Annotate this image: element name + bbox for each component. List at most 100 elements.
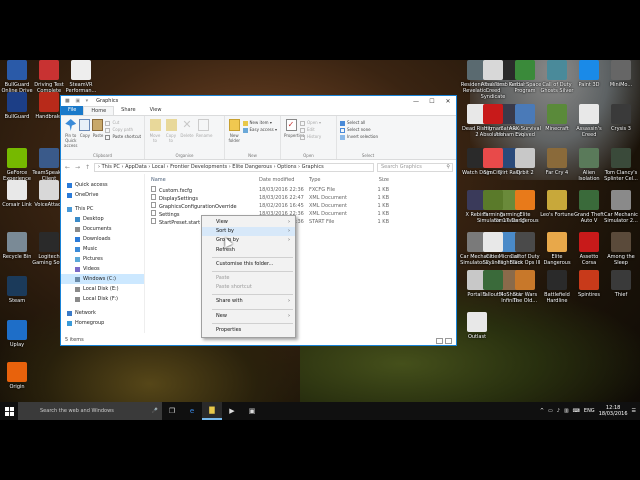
desktop-icon[interactable]: Elite Dangerous [508,190,542,224]
back-button[interactable]: ← [64,164,71,171]
nav-item-homegroup[interactable]: Homegroup [61,318,144,328]
cut-button[interactable]: Cut [105,119,141,126]
nav-item-windows-c[interactable]: Windows (C:) [61,274,144,284]
desktop-icon[interactable]: Call of Duty Ghosts Silver [540,60,574,94]
delete-button[interactable]: ✕ Delete [180,118,194,157]
nav-item-music[interactable]: Music [61,244,144,254]
desktop-icon[interactable]: MiniMo... [604,60,638,88]
nav-item-downloads[interactable]: Downloads [61,234,144,244]
nav-item-desktop[interactable]: Desktop [61,214,144,224]
desktop-icon[interactable]: Assassins Creed Syndicate [476,60,510,100]
menu-item-sort-by[interactable]: Sort by › [202,227,295,237]
taskbar-video-app-button[interactable]: ▶ [222,402,242,420]
nav-item-documents[interactable]: Documents [61,224,144,234]
pin-quick-access-button[interactable]: Pin to Quick access [64,118,77,157]
clock[interactable]: 12:18 18/03/2016 [599,405,628,417]
desktop-icon[interactable]: Steam [0,276,34,304]
menu-item-paste-shortcut[interactable]: Paste shortcut [202,283,295,292]
desktop-icon[interactable]: Tom Clancy's Splinter Cel... [604,148,638,182]
desktop-icon[interactable]: Origin [0,362,34,390]
open-button[interactable]: Open ▾ [300,119,321,126]
quick-access-toolbar[interactable]: ■ ▣ ▾ [65,98,90,104]
column-name[interactable]: Name [151,177,259,183]
file-row[interactable]: DisplaySettings 18/03/2016 22:47 XML Docum… [151,194,456,202]
address-bar[interactable]: › This PC › AppData › Local › Frontier D… [94,162,374,172]
move-to-button[interactable]: Move to [148,118,162,157]
large-icons-view-icon[interactable] [445,338,452,344]
taskbar-store-button[interactable]: ▣ [242,402,262,420]
menu-item-properties[interactable]: Properties [202,326,295,335]
copy-to-button[interactable]: Copy to [164,118,178,157]
close-button[interactable]: ✕ [440,98,456,105]
easy-access-button[interactable]: Easy access ▾ [242,126,277,133]
language-indicator[interactable]: ENG [584,408,595,414]
tray-icon[interactable]: ▥ [564,408,569,414]
desktop-icon[interactable]: Spintires [572,270,606,298]
select-all-button[interactable]: Select all [340,119,378,126]
desktop-icon[interactable]: Grand Theft Auto V [572,190,606,224]
tab-share[interactable]: Share [114,106,142,115]
tab-view[interactable]: View [143,106,169,115]
taskbar-task-view-button[interactable]: ❐ [162,402,182,420]
menu-item-customise-this-folder[interactable]: Customise this folder... [202,260,295,269]
desktop-icon[interactable]: GeForce Experience [0,148,34,182]
desktop-icon[interactable]: Recycle Bin [0,232,34,260]
desktop-icon[interactable]: SteamVR Performan... [64,60,98,94]
desktop-icon[interactable]: Crysis 3 [604,104,638,132]
desktop-icon[interactable]: BullGuard [0,92,34,120]
menu-item-share-with[interactable]: Share with › [202,297,295,306]
up-button[interactable]: ↑ [84,164,91,171]
invert-selection-button[interactable]: Invert selection [340,133,378,140]
tray-icon[interactable]: ▭ [548,408,553,414]
desktop-icon[interactable]: Cities Skylines [476,232,510,266]
tray-icon[interactable]: ♪ [557,408,560,414]
desktop-icon[interactable]: Car Mechanic Simulator 2... [604,190,638,224]
minimize-button[interactable]: — [408,98,424,105]
desktop-icon[interactable]: Leo's Fortune [540,190,574,218]
desktop-icon[interactable]: Call of Duty Black Ops III [508,232,542,266]
desktop-icon[interactable]: Paint 3D [572,60,606,88]
desktop-icon[interactable]: Fallout 4 [476,270,510,298]
start-button[interactable] [0,402,18,420]
desktop-icon[interactable]: Among the Sleep [604,232,638,266]
history-button[interactable]: History [300,133,321,140]
select-none-button[interactable]: Select none [340,126,378,133]
title-bar[interactable]: ■ ▣ ▾ Graphics — ☐ ✕ [61,96,456,106]
file-row[interactable]: Settings 18/03/2016 22:36 XML Document 1 KB [151,210,456,218]
nav-item-local-disk-f[interactable]: Local Disk (F:) [61,294,144,304]
tab-home[interactable]: Home [83,106,115,115]
nav-item-quick-access[interactable]: Quick access [61,180,144,190]
microphone-icon[interactable]: 🎤 [152,402,158,420]
desktop-icon[interactable]: SimCity [476,148,510,176]
desktop-icon[interactable]: Far Cry 4 [540,148,574,176]
paste-shortcut-button[interactable]: Paste shortcut [105,133,141,140]
menu-item-view[interactable]: View › [202,218,295,227]
desktop-icon[interactable]: Alien Isolation [572,148,606,182]
nav-item-onedrive[interactable]: OneDrive [61,190,144,200]
column-size[interactable]: Size [359,177,389,183]
tray-icon[interactable]: ^ [540,408,544,414]
nav-item-this-pc[interactable]: This PC [61,204,144,214]
tray-icon[interactable]: ⌨ [573,408,580,414]
paste-button[interactable]: Paste [92,118,104,157]
maximize-button[interactable]: ☐ [424,98,440,105]
menu-item-new[interactable]: New › [202,312,295,321]
properties-button[interactable]: ✓ Properties [284,118,304,157]
tab-file[interactable]: File [61,106,84,115]
copy-button[interactable]: Copy [79,118,91,157]
desktop-icon[interactable]: Kerbal Space Program [508,60,542,94]
menu-item-paste[interactable]: Paste [202,274,295,283]
file-row[interactable]: GraphicsConfigurationOverride 18/02/2016 … [151,202,456,210]
desktop-icon[interactable]: BullGuard Online Drive [0,60,34,94]
copy-path-button[interactable]: Copy path [105,126,141,133]
taskbar-file-explorer-button[interactable]: ▇ [202,402,222,420]
menu-item-group-by[interactable]: Group by › [202,236,295,245]
nav-item-pictures[interactable]: Pictures [61,254,144,264]
column-type[interactable]: Type [309,177,359,183]
desktop-icon[interactable]: Hitman Absolution [476,104,510,138]
notifications-icon[interactable]: ☰ [632,408,636,414]
taskbar-search-input[interactable]: Search the web and Windows 🎤 [18,402,162,420]
file-row[interactable]: StartPreset.start18/03/2016 22:36START F… [151,218,456,226]
desktop-icon[interactable]: Corsair Link [0,180,34,208]
desktop-icon[interactable]: Thief [604,270,638,298]
